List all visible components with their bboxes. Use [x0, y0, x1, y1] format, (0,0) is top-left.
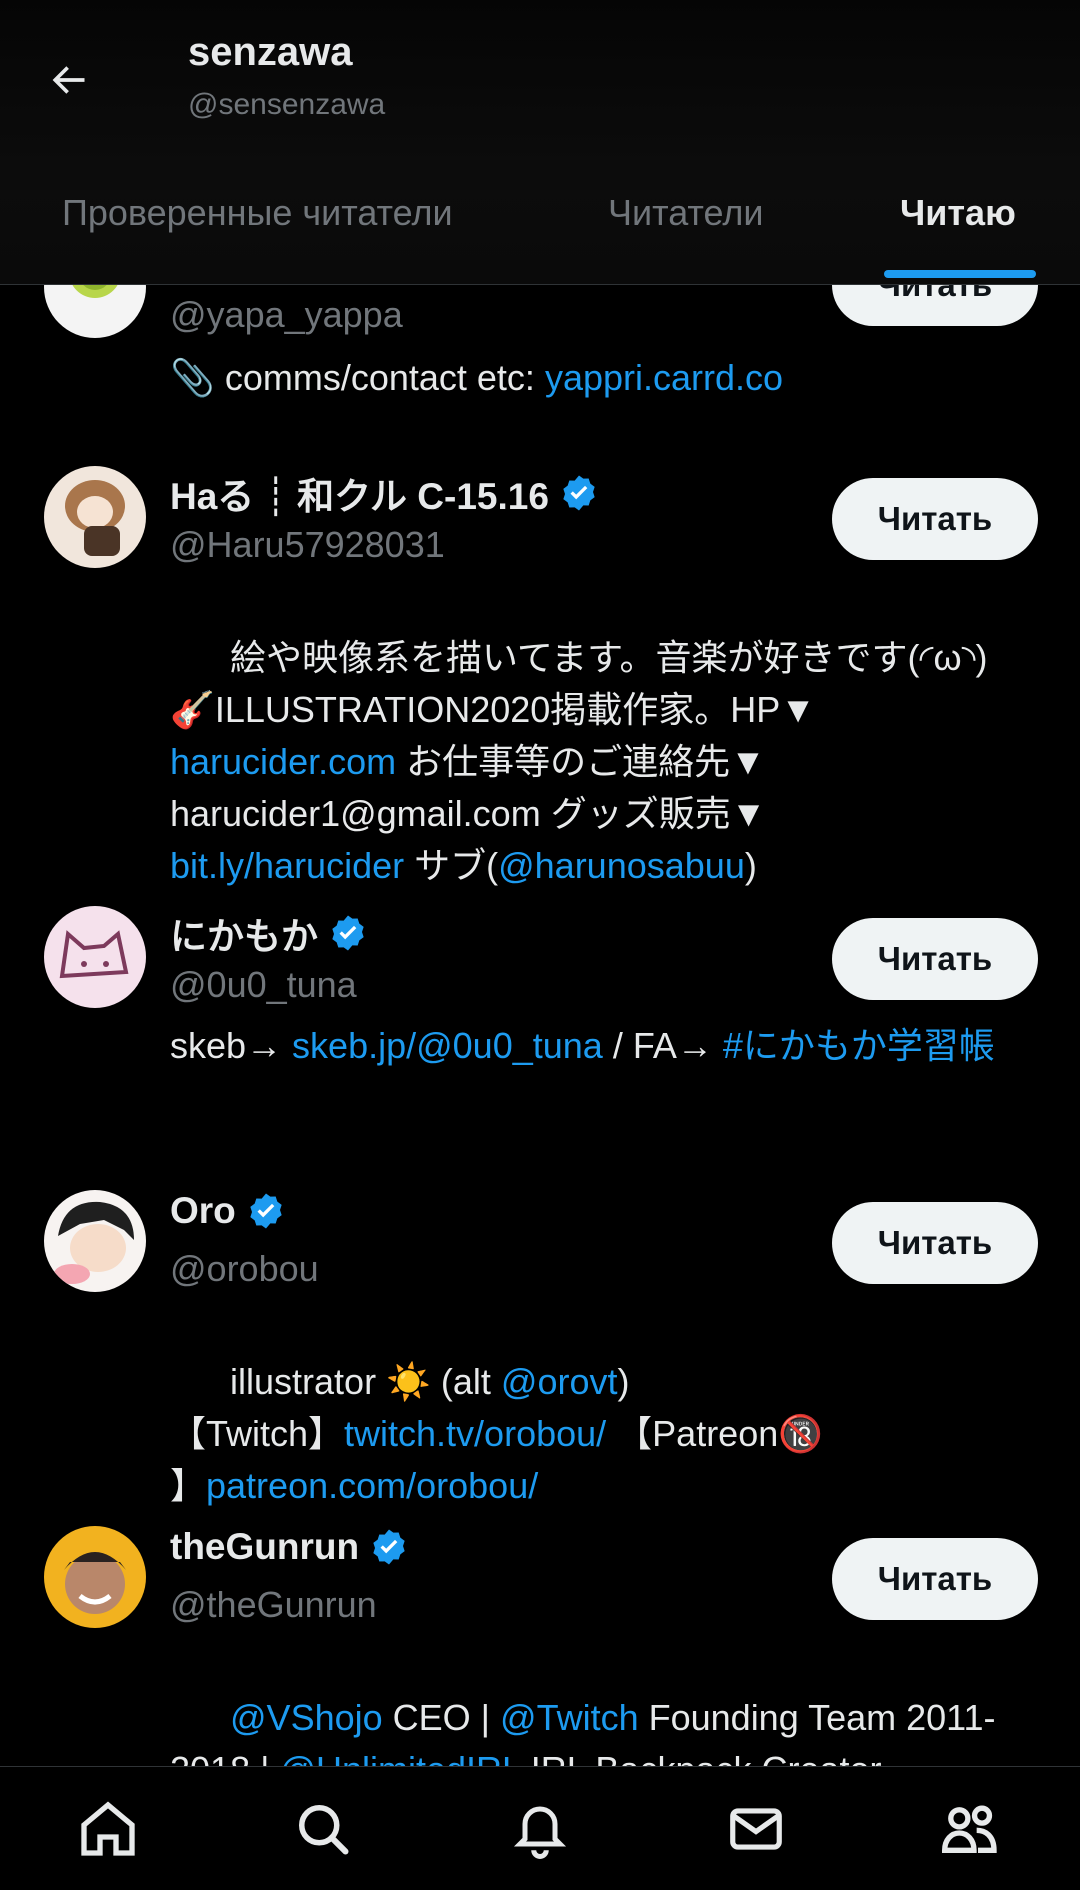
user-handle: @Haru57928031	[170, 524, 445, 565]
profile-header: senzawa @sensenzawa Проверенные читатели…	[0, 0, 1080, 285]
bio-hashtag-link[interactable]: #にかもか学習帳	[723, 1025, 995, 1066]
bio-link[interactable]: harucider.com	[170, 741, 396, 782]
verified-badge-icon	[250, 1193, 282, 1229]
bio-link[interactable]: yappri.carrd.co	[545, 357, 783, 398]
user-row[interactable]: theGunrun @theGunrun Читать @VShojo CEO …	[0, 1500, 1080, 1766]
user-name[interactable]: Oro	[170, 1190, 286, 1232]
bio-mention-link[interactable]: @Twitch	[500, 1697, 639, 1738]
user-handle: @yapa_yappa	[170, 294, 403, 335]
user-handle: @orobou	[170, 1248, 319, 1289]
tab-followers[interactable]: Читатели	[608, 192, 763, 234]
nav-messages[interactable]	[720, 1793, 792, 1865]
follow-button[interactable]: Читать	[832, 1202, 1038, 1284]
bell-icon	[513, 1806, 567, 1859]
user-row[interactable]: Haる ┊ 和クル C-15.16 @Haru57928031 Читать 絵…	[0, 440, 1080, 886]
tab-verified-followers[interactable]: Проверенные читатели	[62, 192, 453, 234]
active-tab-indicator	[884, 270, 1036, 278]
follow-button[interactable]: Читать	[832, 478, 1038, 560]
tab-bar: Проверенные читатели Читатели Читаю	[0, 170, 1080, 284]
avatar[interactable]	[44, 906, 146, 1008]
nav-communities[interactable]	[934, 1793, 1006, 1865]
user-handle: @theGunrun	[170, 1584, 377, 1625]
follow-button[interactable]: Читать	[832, 918, 1038, 1000]
profile-handle: @sensenzawa	[188, 88, 386, 121]
search-icon	[299, 1805, 349, 1855]
profile-name: senzawa	[188, 30, 353, 74]
user-name[interactable]: theGunrun	[170, 1526, 409, 1568]
user-name[interactable]: にかもか	[170, 906, 368, 960]
avatar[interactable]	[44, 466, 146, 568]
avatar[interactable]	[44, 1190, 146, 1292]
nav-notifications[interactable]	[504, 1793, 576, 1865]
bio-mention-link[interactable]: @orovt	[501, 1361, 618, 1402]
verified-badge-icon	[563, 475, 595, 511]
user-name[interactable]: Haる ┊ 和クル C-15.16	[170, 466, 599, 520]
bio-link[interactable]: twitch.tv/orobou/	[344, 1413, 606, 1454]
bio-link[interactable]: skeb.jp/@0u0_tuna	[292, 1025, 603, 1066]
follow-button[interactable]: Читать	[832, 1538, 1038, 1620]
tab-following[interactable]: Читаю	[900, 192, 1016, 234]
back-arrow-icon	[52, 66, 85, 94]
user-bio: @VShojo CEO | @Twitch Founding Team 2011…	[170, 1640, 1050, 1766]
avatar[interactable]	[44, 1526, 146, 1628]
bottom-navigation	[0, 1766, 1080, 1890]
user-row[interactable]: Oro @orobou Читать illustrator ☀️ (alt @…	[0, 1164, 1080, 1506]
nav-home[interactable]	[72, 1793, 144, 1865]
home-icon	[81, 1801, 135, 1856]
user-row[interactable]: にかもか @0u0_tuna Читать skeb→ skeb.jp/@0u0…	[0, 880, 1080, 1180]
mail-icon	[730, 1808, 782, 1850]
user-handle: @0u0_tuna	[170, 964, 357, 1005]
verified-badge-icon	[373, 1529, 405, 1565]
back-button[interactable]	[40, 52, 96, 108]
bio-mention-link[interactable]: @UnlimitedIRL	[279, 1749, 520, 1766]
user-bio: skeb→ skeb.jp/@0u0_tuna / FA→ #にかもか学習帳	[170, 1025, 995, 1066]
verified-badge-icon	[332, 915, 364, 951]
nav-search[interactable]	[287, 1793, 359, 1865]
communities-icon	[941, 1805, 997, 1853]
bio-mention-link[interactable]: @VShojo	[230, 1697, 383, 1738]
user-bio: 📎 comms/contact etc: yappri.carrd.co	[170, 357, 784, 398]
